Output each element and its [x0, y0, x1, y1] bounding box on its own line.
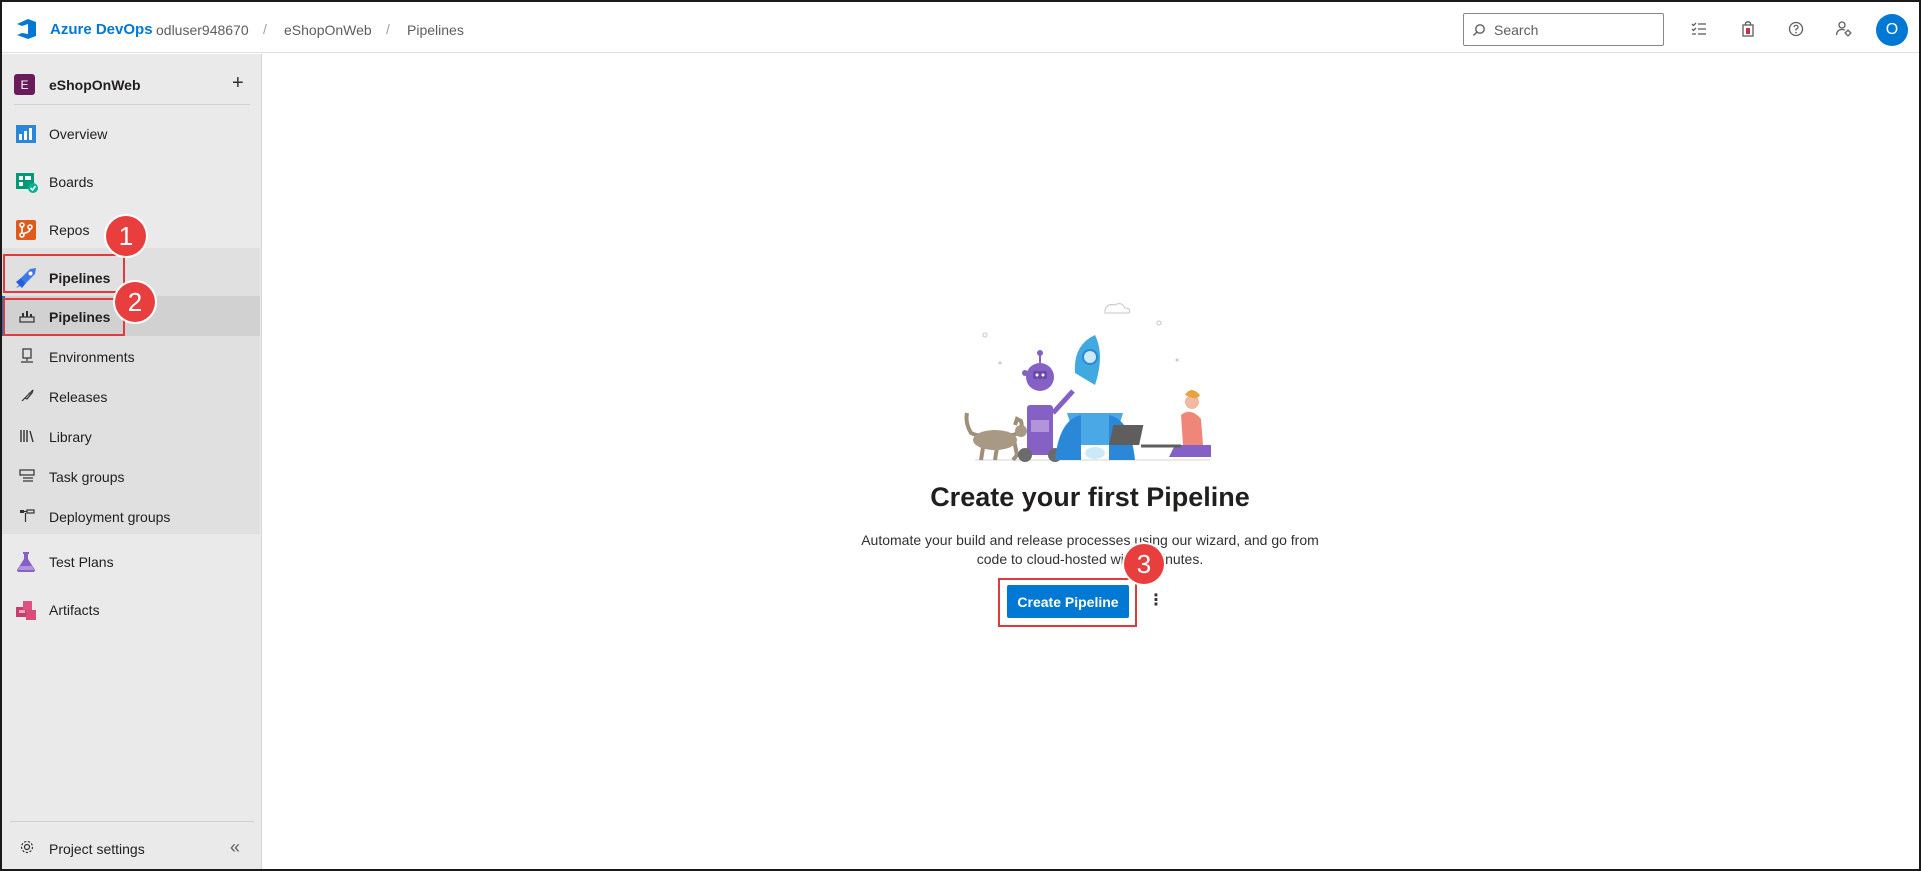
brand-link[interactable]: Azure DevOps: [50, 21, 153, 38]
sidebar-item-artifacts[interactable]: Artifacts: [2, 586, 260, 632]
sidebar-item-overview[interactable]: Overview: [2, 110, 260, 156]
sidebar-subitem-releases[interactable]: Releases: [2, 376, 260, 416]
breadcrumb-current[interactable]: Pipelines: [407, 22, 464, 38]
project-header[interactable]: E eShopOnWeb +: [14, 64, 250, 96]
task-groups-icon: [19, 469, 35, 482]
shopping-bag-icon[interactable]: [1737, 18, 1759, 40]
artifacts-icon: [16, 601, 36, 620]
left-nav-sidebar: E eShopOnWeb + Overview Boards Repos Pip…: [2, 54, 262, 869]
sidebar-subitem-label: Task groups: [49, 469, 125, 485]
releases-icon: [21, 389, 34, 402]
sidebar-item-label: Boards: [49, 174, 94, 190]
step-badge-1: 1: [106, 216, 146, 256]
user-settings-icon[interactable]: [1833, 18, 1855, 40]
sidebar-item-label: Overview: [49, 126, 108, 142]
sidebar-subitem-task-groups[interactable]: Task groups: [2, 456, 260, 496]
project-settings-button[interactable]: Project settings «: [2, 829, 260, 865]
collapse-sidebar-icon[interactable]: «: [230, 837, 240, 858]
breadcrumb-separator: /: [263, 21, 267, 37]
sidebar-subitem-label: Deployment groups: [49, 509, 171, 525]
repos-icon: [16, 220, 36, 240]
top-bar: Azure DevOps odluser948670 / eShopOnWeb …: [2, 2, 1919, 53]
divider: [14, 104, 250, 105]
pipeline-illustration: [964, 303, 1211, 462]
sidebar-subitem-label: Releases: [49, 389, 108, 405]
sidebar-item-label: Repos: [49, 222, 90, 238]
boards-icon: [16, 173, 38, 193]
help-icon[interactable]: [1785, 18, 1807, 40]
test-plans-icon: [17, 552, 35, 572]
breadcrumb-organization[interactable]: odluser948670: [156, 22, 249, 38]
sidebar-subitem-library[interactable]: Library: [2, 416, 260, 456]
step-badge-3: 3: [1124, 544, 1164, 584]
sidebar-item-boards[interactable]: Boards: [2, 158, 260, 204]
divider: [10, 821, 254, 822]
sidebar-subitem-environments[interactable]: Environments: [2, 336, 260, 376]
project-name[interactable]: eShopOnWeb: [49, 77, 141, 93]
user-avatar[interactable]: O: [1876, 14, 1908, 46]
add-icon[interactable]: +: [232, 72, 244, 95]
highlight-box-pipelines-sub: [3, 298, 125, 336]
page-description: Automate your build and release processe…: [861, 532, 1319, 567]
page-title: Create your first Pipeline: [930, 482, 1250, 512]
overview-icon: [16, 125, 36, 143]
sidebar-subitem-deployment-groups[interactable]: Deployment groups: [2, 496, 260, 536]
environments-icon: [21, 348, 33, 363]
highlight-box-pipelines: [3, 254, 125, 293]
highlight-box-create-pipeline: [998, 578, 1137, 627]
search-box[interactable]: [1463, 13, 1664, 46]
library-icon: [20, 430, 34, 443]
sidebar-item-label: Artifacts: [49, 602, 100, 618]
search-input[interactable]: [1494, 20, 1654, 40]
sidebar-subitem-label: Environments: [49, 349, 135, 365]
step-badge-2: 2: [115, 282, 155, 322]
search-icon: [1473, 24, 1485, 36]
more-options-icon[interactable]: ⋮: [1148, 590, 1164, 612]
gear-icon: [20, 840, 34, 854]
project-settings-label: Project settings: [49, 841, 145, 857]
sidebar-subitem-label: Library: [49, 429, 92, 445]
breadcrumb-project[interactable]: eShopOnWeb: [284, 22, 372, 38]
task-list-icon[interactable]: [1688, 18, 1710, 40]
sidebar-item-test-plans[interactable]: Test Plans: [2, 538, 260, 584]
azure-devops-logo-icon[interactable]: [14, 16, 40, 42]
breadcrumb-separator: /: [386, 21, 390, 37]
sidebar-item-label: Test Plans: [49, 554, 114, 570]
deployment-groups-icon: [20, 509, 35, 522]
project-avatar: E: [14, 74, 35, 95]
